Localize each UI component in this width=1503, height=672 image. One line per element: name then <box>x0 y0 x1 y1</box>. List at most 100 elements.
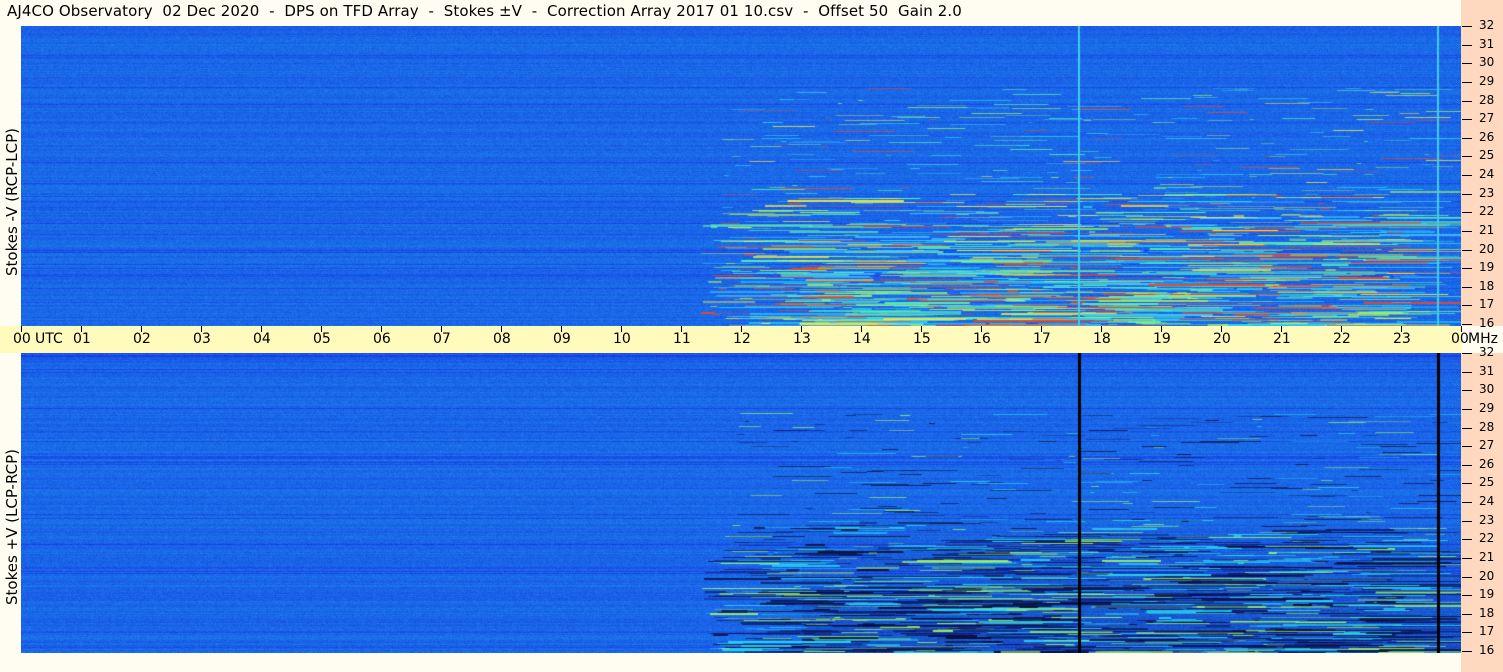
mhz-tick-mark <box>1462 632 1472 633</box>
mhz-tick-label: 28 <box>1479 420 1495 434</box>
utc-tick-label: 21 <box>1273 331 1291 347</box>
mhz-tick-mark <box>1462 324 1472 325</box>
chart-title: AJ4CO Observatory 02 Dec 2020 - DPS on T… <box>7 2 962 20</box>
mhz-tick-mark <box>1462 577 1472 578</box>
mhz-tick-mark <box>1462 268 1472 269</box>
mhz-tick-mark <box>1462 305 1472 306</box>
mhz-tick-label: 22 <box>1479 531 1495 545</box>
mhz-tick-label: 18 <box>1479 279 1495 293</box>
mhz-tick-mark <box>1462 390 1472 391</box>
mhz-tick-mark <box>1462 595 1472 596</box>
mhz-tick-label: 30 <box>1479 382 1495 396</box>
utc-tick-label: 17 <box>1033 331 1051 347</box>
utc-tick-label: 03 <box>193 331 211 347</box>
mhz-tick-mark <box>1462 372 1472 373</box>
utc-tick-label: 00 <box>13 331 31 347</box>
mhz-tick-mark <box>1462 558 1472 559</box>
mhz-tick-mark <box>1462 212 1472 213</box>
mhz-tick-label: 31 <box>1479 37 1495 51</box>
mhz-tick-label: 22 <box>1479 204 1495 218</box>
utc-tick-label: 07 <box>433 331 451 347</box>
mhz-tick-label: 32 <box>1479 18 1495 32</box>
mhz-tick-mark <box>1462 446 1472 447</box>
utc-tick-label: 01 <box>73 331 91 347</box>
mhz-tick-label: 23 <box>1479 186 1495 200</box>
utc-tick-label: 14 <box>853 331 871 347</box>
mhz-tick-mark <box>1462 45 1472 46</box>
mhz-tick-mark <box>1462 231 1472 232</box>
spectrogram-bottom-panel <box>21 353 1461 653</box>
mhz-tick-mark <box>1462 63 1472 64</box>
mhz-tick-label: 27 <box>1479 438 1495 452</box>
mhz-tick-mark <box>1462 119 1472 120</box>
mhz-tick-label: 21 <box>1479 223 1495 237</box>
utc-tick-label: 19 <box>1153 331 1171 347</box>
mhz-tick-label: 19 <box>1479 260 1495 274</box>
utc-tick-label: 11 <box>673 331 691 347</box>
ylabel-top: Stokes -V (RCP-LCP) <box>3 128 21 276</box>
mhz-tick-label: 20 <box>1479 569 1495 583</box>
utc-tick-label: 10 <box>613 331 631 347</box>
mhz-tick-mark <box>1462 82 1472 83</box>
mhz-tick-label: 29 <box>1479 74 1495 88</box>
utc-tick-label: 12 <box>733 331 751 347</box>
utc-tick-label: 08 <box>493 331 511 347</box>
mhz-tick-mark <box>1462 428 1472 429</box>
utc-tick-label: 20 <box>1213 331 1231 347</box>
mhz-tick-label: 25 <box>1479 475 1495 489</box>
mhz-tick-label: 19 <box>1479 587 1495 601</box>
utc-tick-label: 23 <box>1393 331 1411 347</box>
mhz-tick-mark <box>1462 483 1472 484</box>
mhz-tick-label: 32 <box>1479 345 1495 359</box>
utc-tick-label: 13 <box>793 331 811 347</box>
mhz-tick-label: 31 <box>1479 364 1495 378</box>
mhz-tick-label: 17 <box>1479 297 1495 311</box>
mhz-tick-mark <box>1462 156 1472 157</box>
ylabel-bottom: Stokes +V (LCP-RCP) <box>3 449 21 605</box>
mhz-tick-label: 21 <box>1479 550 1495 564</box>
utc-tick-label: 00 <box>1451 331 1469 347</box>
mhz-tick-label: 24 <box>1479 167 1495 181</box>
mhz-tick-mark <box>1462 287 1472 288</box>
mhz-tick-label: 23 <box>1479 513 1495 527</box>
spectrogram-top-panel <box>21 26 1461 326</box>
mhz-tick-label: 26 <box>1479 130 1495 144</box>
utc-unit-label: UTC <box>35 331 63 347</box>
mhz-tick-mark <box>1462 651 1472 652</box>
utc-tick-label: 22 <box>1333 331 1351 347</box>
mhz-tick-mark <box>1462 614 1472 615</box>
mhz-tick-label: 16 <box>1479 316 1495 330</box>
utc-tick-label: 18 <box>1093 331 1111 347</box>
mhz-tick-label: 17 <box>1479 624 1495 638</box>
mhz-tick-label: 25 <box>1479 148 1495 162</box>
mhz-tick-label: 29 <box>1479 401 1495 415</box>
utc-tick-label: 09 <box>553 331 571 347</box>
mhz-tick-mark <box>1462 175 1472 176</box>
utc-tick-label: 05 <box>313 331 331 347</box>
utc-tick-label: 04 <box>253 331 271 347</box>
mhz-tick-mark <box>1462 502 1472 503</box>
mhz-tick-label: 24 <box>1479 494 1495 508</box>
mhz-tick-label: 30 <box>1479 55 1495 69</box>
mhz-tick-mark <box>1462 101 1472 102</box>
utc-tick-label: 16 <box>973 331 991 347</box>
mhz-tick-label: 26 <box>1479 457 1495 471</box>
mhz-tick-label: 28 <box>1479 93 1495 107</box>
mhz-tick-mark <box>1462 539 1472 540</box>
mhz-tick-mark <box>1462 250 1472 251</box>
mhz-tick-label: 20 <box>1479 242 1495 256</box>
utc-tick-label: 15 <box>913 331 931 347</box>
utc-time-axis: 00 UTC 01 02 03 04 05 06 07 08 09 10 11 12 13 14 15 16 17 1… <box>0 326 1469 353</box>
mhz-tick-mark <box>1462 409 1472 410</box>
mhz-tick-mark <box>1462 138 1472 139</box>
utc-tick-label: 02 <box>133 331 151 347</box>
mhz-tick-mark <box>1462 521 1472 522</box>
mhz-tick-label: 27 <box>1479 111 1495 125</box>
mhz-tick-label: 16 <box>1479 643 1495 657</box>
mhz-tick-mark <box>1462 465 1472 466</box>
mhz-tick-mark <box>1462 194 1472 195</box>
utc-tick-label: 06 <box>373 331 391 347</box>
mhz-tick-mark <box>1462 353 1472 354</box>
mhz-tick-label: 18 <box>1479 606 1495 620</box>
mhz-tick-mark <box>1462 26 1472 27</box>
